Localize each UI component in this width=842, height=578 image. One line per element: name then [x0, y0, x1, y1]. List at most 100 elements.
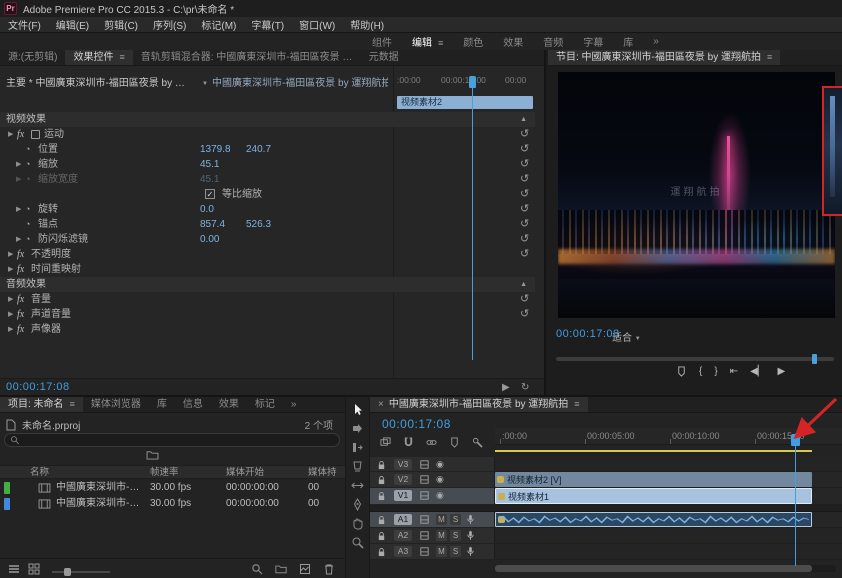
track-header-a2[interactable]: A2 M S — [370, 528, 495, 544]
project-item-row[interactable]: 中國廣東深圳市-福田區 30.00 fps 00:00:00:00 00 — [0, 480, 345, 496]
collapse-icon[interactable]: ▲ — [520, 277, 527, 292]
lock-icon[interactable] — [377, 475, 386, 485]
workspace-tab-titles[interactable]: 字幕 — [583, 34, 603, 49]
tool-pen[interactable] — [351, 498, 364, 511]
list-view-icon[interactable] — [8, 563, 20, 575]
panel-menu-icon[interactable]: ≡ — [767, 50, 772, 65]
workspace-tab-assembly[interactable]: 组件 — [372, 34, 392, 49]
solo-button[interactable]: S — [450, 530, 461, 541]
workspace-tab-color[interactable]: 颜色 — [463, 34, 483, 49]
track-lane-v3[interactable] — [495, 457, 842, 472]
workspace-tab-audio[interactable]: 音频 — [543, 34, 563, 49]
sync-lock-icon[interactable] — [420, 515, 429, 524]
snap-magnet-icon[interactable] — [403, 437, 414, 448]
video-preview[interactable]: 運翔航拍 — [558, 72, 835, 318]
track-name-badge[interactable]: A1 — [394, 514, 412, 525]
stopwatch-icon[interactable]: ◔ — [25, 232, 30, 247]
tool-zoom[interactable] — [351, 536, 364, 549]
timeline-ruler[interactable]: :00:00 00:00:05:00 00:00:10:00 00:00:15:… — [495, 428, 842, 445]
scrollbar-thumb[interactable] — [495, 565, 812, 572]
expand-icon[interactable]: ▶ — [8, 262, 13, 277]
track-header-v2[interactable]: V2 ◉ — [370, 472, 495, 488]
workspace-overflow-icon[interactable]: » — [653, 36, 659, 47]
track-header-v1[interactable]: V1 ◉ — [370, 488, 495, 505]
lock-icon[interactable] — [377, 491, 386, 501]
tab-effects[interactable]: 效果 — [211, 397, 247, 412]
track-header-a3[interactable]: A3 M S — [370, 544, 495, 560]
linked-selection-icon[interactable] — [426, 437, 437, 448]
fx-badge-icon[interactable]: fx — [17, 292, 24, 307]
lock-icon[interactable] — [377, 531, 386, 541]
effect-row-time-remapping[interactable]: ▶ fx 时间重映射 — [0, 262, 535, 277]
anti-flicker-value[interactable]: 0.00 — [200, 232, 219, 247]
expand-icon[interactable]: ▶ — [8, 247, 13, 262]
tab-program-monitor[interactable]: 节目: 中國廣東深圳市-福田區夜景 by 運翔航拍≡ — [548, 50, 780, 65]
voiceover-mic-icon[interactable] — [466, 546, 475, 557]
tool-track-select-forward[interactable] — [351, 422, 364, 435]
param-row-uniform-scale[interactable]: ✓ 等比缩放 ↺ — [0, 187, 535, 202]
menu-item-window[interactable]: 窗口(W) — [299, 17, 335, 32]
lock-icon[interactable] — [377, 460, 386, 470]
reset-icon[interactable]: ↺ — [520, 157, 529, 172]
effect-playhead-handle[interactable] — [469, 76, 476, 88]
track-header-a1[interactable]: A1 M S — [370, 512, 495, 528]
column-media-duration[interactable]: 媒体持 — [308, 466, 337, 480]
panel-menu-icon[interactable]: ≡ — [119, 50, 124, 65]
clip-video-2[interactable]: 视频素材2 [V] — [495, 472, 812, 487]
new-bin-icon[interactable] — [275, 563, 287, 575]
rotation-value[interactable]: 0.0 — [200, 202, 214, 217]
master-clip-label[interactable]: 主要 * 中國廣東深圳市-福田區夜景 by 運翔航拍 — [6, 74, 194, 89]
close-icon[interactable]: × — [378, 397, 384, 412]
reset-icon[interactable]: ↺ — [520, 172, 529, 187]
project-item-row[interactable]: 中國廣東深圳市-福田區 30.00 fps 00:00:00:00 00 — [0, 496, 345, 512]
workspace-tab-editing[interactable]: 编辑≡ — [412, 34, 443, 49]
track-header-v3[interactable]: V3 ◉ — [370, 457, 495, 472]
section-audio-effects[interactable]: 音频效果 ▲ — [0, 277, 535, 292]
stopwatch-icon[interactable]: ◔ — [25, 202, 30, 217]
anchor-y-value[interactable]: 526.3 — [246, 217, 271, 232]
fx-badge-icon[interactable]: fx — [17, 127, 24, 142]
reset-icon[interactable]: ↺ — [520, 142, 529, 157]
panel-menu-icon[interactable]: ≡ — [438, 38, 443, 48]
sequence-clip-selector[interactable]: ▼中國廣東深圳市-福田區夜景 by 運翔航拍 ... — [202, 74, 388, 89]
menu-item-clip[interactable]: 剪辑(C) — [104, 17, 138, 32]
sync-lock-icon[interactable] — [420, 491, 429, 500]
mark-in-button[interactable]: { — [699, 366, 702, 377]
clip-video-1-selected[interactable]: 视频素材1 — [495, 488, 812, 504]
workspace-tab-libraries[interactable]: 库 — [623, 34, 633, 49]
tab-overflow-icon[interactable]: » — [283, 397, 305, 412]
tab-metadata[interactable]: 元数据 — [361, 50, 407, 65]
timeline-horizontal-scrollbar[interactable] — [495, 565, 836, 572]
menu-item-file[interactable]: 文件(F) — [8, 17, 41, 32]
param-row-rotation[interactable]: ▶ ◔ 旋转 0.0 ↺ — [0, 202, 535, 217]
lock-icon[interactable] — [377, 515, 386, 525]
tool-hand[interactable] — [351, 517, 364, 530]
add-marker-icon[interactable] — [449, 437, 460, 448]
sync-lock-icon[interactable] — [420, 547, 429, 556]
list-header-row[interactable]: 名称 帧速率 媒体开始 媒体持 — [0, 465, 345, 479]
expand-icon[interactable]: ▶ — [8, 322, 13, 337]
clear-trash-icon[interactable] — [323, 563, 335, 575]
param-row-scale[interactable]: ▶ ◔ 缩放 45.1 ↺ — [0, 157, 535, 172]
param-row-position[interactable]: ◔ 位置 1379.8 240.7 ↺ — [0, 142, 535, 157]
mute-button[interactable]: M — [436, 530, 447, 541]
zoom-level-dropdown[interactable]: 适合 ▼ — [612, 329, 645, 344]
label-color-chip[interactable] — [4, 482, 10, 494]
column-media-start[interactable]: 媒体开始 — [226, 466, 264, 480]
menu-item-markers[interactable]: 标记(M) — [201, 17, 236, 32]
menu-item-edit[interactable]: 编辑(E) — [56, 17, 89, 32]
settings-wrench-icon[interactable] — [472, 437, 483, 448]
tool-razor[interactable] — [351, 460, 364, 473]
tab-audio-clip-mixer[interactable]: 音轨剪辑混合器: 中國廣東深圳市-福田區夜景 by 運翔航拍 — [133, 50, 361, 65]
bin-folder-icon[interactable] — [146, 450, 159, 460]
reset-icon[interactable]: ↺ — [520, 232, 529, 247]
mute-button[interactable]: M — [436, 546, 447, 557]
param-row-scale-width[interactable]: ▶ ◔ 缩放宽度 45.1 ↺ — [0, 172, 535, 187]
play-button[interactable]: ▶ — [777, 366, 785, 377]
effect-row-opacity[interactable]: ▶ fx 不透明度 ↺ — [0, 247, 535, 262]
stopwatch-icon[interactable]: ◔ — [25, 142, 30, 157]
track-name-badge[interactable]: V3 — [394, 459, 412, 470]
thumbnail-zoom-slider[interactable] — [52, 571, 110, 573]
tab-info[interactable]: 信息 — [175, 397, 211, 412]
timeline-timecode[interactable]: 00:00:17:08 — [382, 417, 451, 431]
